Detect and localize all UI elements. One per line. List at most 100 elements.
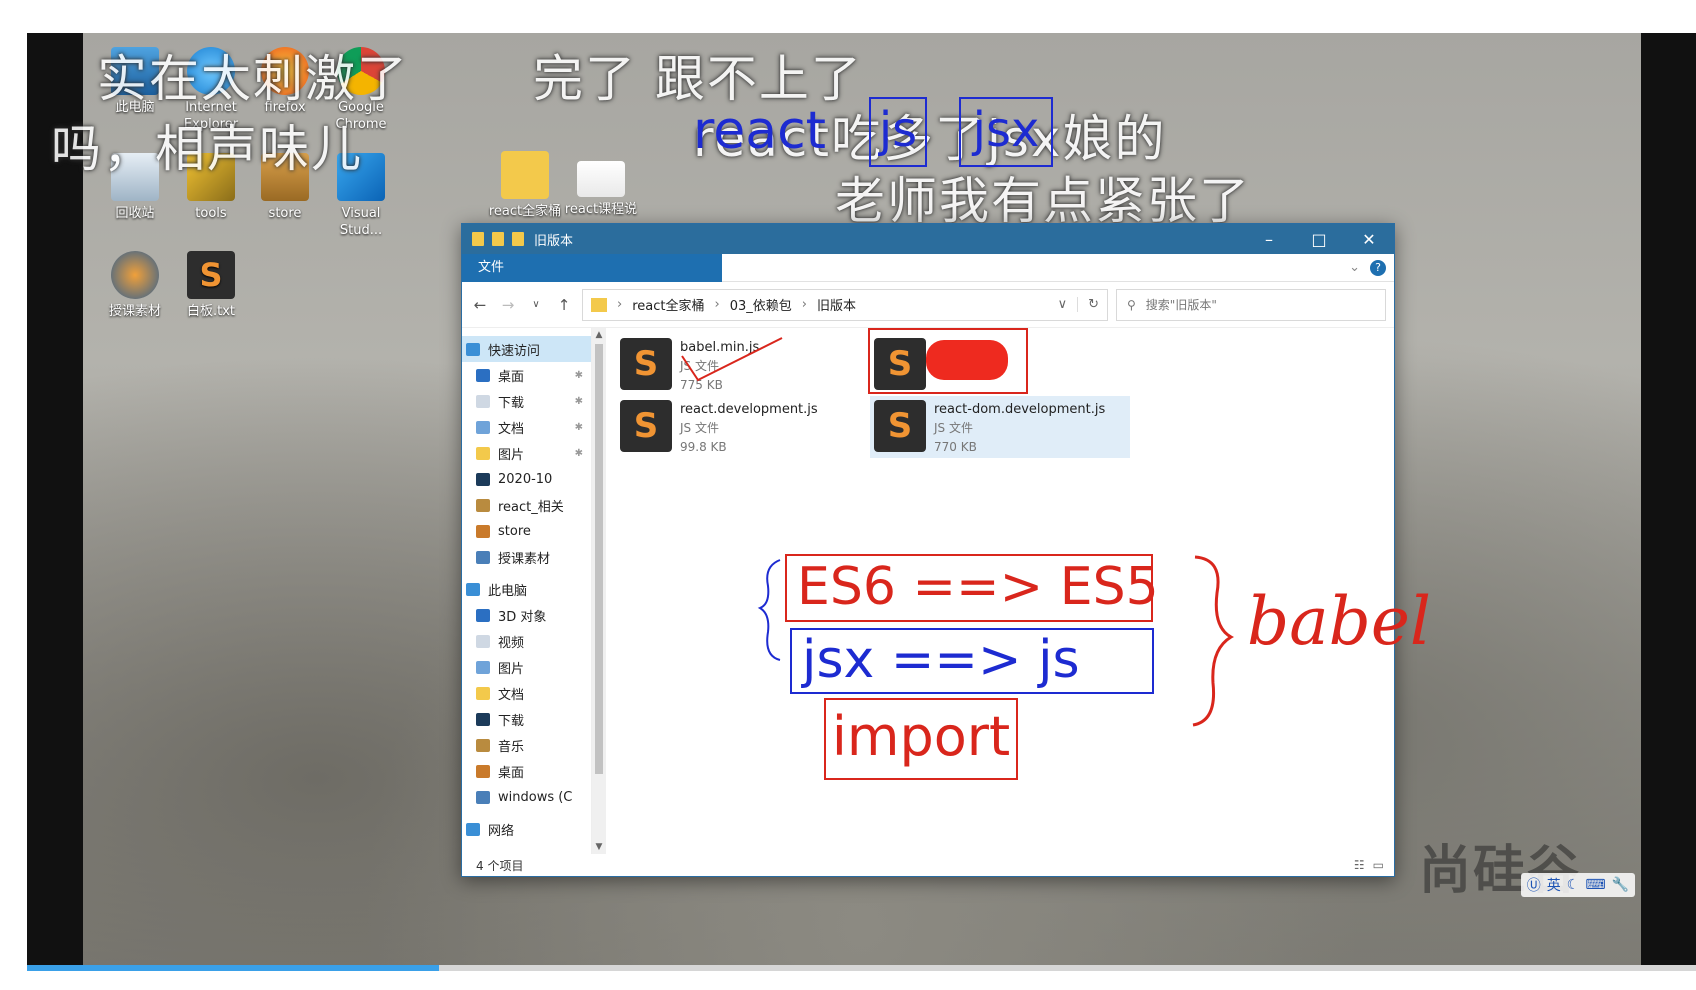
nav-item[interactable]: 音乐 [462, 732, 591, 758]
icon-label: tools [195, 206, 227, 221]
nav-item[interactable]: windows (C [462, 784, 591, 810]
pin-icon: ✱ [574, 369, 583, 381]
moon-icon: ☾ [1566, 877, 1580, 893]
minimize-button[interactable]: – [1244, 224, 1294, 254]
chevron-down-icon[interactable]: ⌄ [1349, 260, 1360, 275]
sublime-file-icon: S [620, 400, 672, 452]
folder-icon [591, 297, 607, 312]
nav-item-icon [476, 472, 490, 486]
nav-item[interactable]: 授课素材 [462, 544, 591, 570]
nav-item[interactable]: 文档 [462, 680, 591, 706]
forward-arrow-icon[interactable]: → [498, 296, 518, 314]
materials-desktop-icon[interactable]: 授课素材 [93, 251, 177, 320]
nav-item-icon [476, 660, 490, 674]
react-ppt-desktop-icon[interactable]: react课程说 [559, 161, 643, 218]
icon-label: react全家桶 [488, 204, 562, 219]
nav-item-label: store [498, 523, 531, 539]
recent-chevron-icon[interactable]: ∨ [526, 299, 546, 310]
close-button[interactable]: ✕ [1344, 224, 1394, 254]
react-highlight: react [693, 101, 827, 161]
keyboard-icon: ⌨ [1585, 877, 1606, 893]
file-item[interactable]: S react-dom.development.js JS 文件 770 KB [870, 396, 1130, 458]
wrench-icon: 🔧 [1611, 877, 1629, 893]
nav-item-label: 授课素材 [498, 551, 551, 567]
quick-access-toolbar[interactable] [472, 232, 524, 246]
nav-item-icon [476, 446, 490, 460]
babel-handwriting: babel [1247, 583, 1432, 660]
sublime-icon: S [187, 251, 235, 299]
icon-label: Visual Stud... [339, 206, 383, 238]
nav-item-label: 桌面 [498, 765, 525, 781]
maximize-button[interactable]: □ [1294, 224, 1344, 254]
breadcrumb-item[interactable]: 旧版本 [817, 295, 856, 314]
nav-item-icon [476, 550, 490, 564]
nav-item-label: windows (C [498, 789, 573, 805]
sublime-file-icon: S [874, 400, 926, 452]
status-bar: 4 个项目 ☷ ▭ [462, 854, 1394, 876]
video-progress-bar[interactable] [27, 965, 1696, 971]
nav-item-label: 音乐 [498, 739, 525, 755]
nav-item-label: 2020-10 [498, 471, 553, 487]
nav-item-label: 3D 对象 [498, 609, 547, 625]
file-type: JS 文件 [934, 421, 973, 435]
nav-item-icon [476, 764, 490, 778]
nav-item[interactable]: 桌面 ✱ [462, 362, 591, 388]
nav-item-label: react_相关 [498, 499, 564, 515]
tab-file[interactable]: 文件 [462, 253, 722, 282]
nav-item[interactable]: 图片 ✱ [462, 440, 591, 466]
nav-scrollbar[interactable]: ▲ ▼ [592, 328, 606, 854]
pin-icon: ✱ [574, 421, 583, 433]
item-count: 4 个项目 [476, 858, 524, 873]
react-folder-desktop-icon[interactable]: react全家桶 [483, 151, 567, 220]
whiteboard-desktop-icon[interactable]: S 白板.txt [169, 251, 253, 320]
help-icon[interactable]: ? [1370, 259, 1386, 276]
nav-item[interactable]: 文档 ✱ [462, 414, 591, 440]
icon-label: 白板.txt [186, 304, 236, 319]
nav-item-label: 此电脑 [488, 583, 528, 599]
nav-item[interactable]: 网络 [462, 816, 591, 842]
right-brace-annotation [1192, 555, 1234, 727]
pin-icon: ✱ [574, 447, 583, 459]
nav-item-label: 快速访问 [488, 343, 541, 359]
import-box: import [824, 698, 1018, 780]
nav-item[interactable]: store [462, 518, 591, 544]
nav-item-icon [466, 582, 480, 596]
ime-tray[interactable]: Ⓤ 英 ☾ ⌨ 🔧 [1520, 873, 1635, 897]
jsx-js-box: jsx ==> js [790, 628, 1154, 694]
refresh-icon[interactable]: ↻ [1077, 297, 1099, 312]
nav-item-icon [476, 608, 490, 622]
nav-item[interactable]: react_相关 [462, 492, 591, 518]
address-row: ← → ∨ ↑ › react全家桶 › 03_依赖包 › 旧版本 ∨ ↻ ⚲ … [462, 282, 1394, 328]
breadcrumb-item[interactable]: react全家桶 [632, 295, 704, 314]
nav-item[interactable]: 桌面 [462, 758, 591, 784]
nav-item[interactable]: 图片 [462, 654, 591, 680]
address-bar[interactable]: › react全家桶 › 03_依赖包 › 旧版本 ∨ ↻ [582, 288, 1108, 321]
nav-item[interactable]: 下载 [462, 706, 591, 732]
nav-item-icon [476, 712, 490, 726]
nav-item[interactable]: 3D 对象 [462, 602, 591, 628]
nav-item[interactable]: 此电脑 [462, 576, 591, 602]
tiles-view-icon[interactable]: ▭ [1373, 858, 1384, 872]
nav-item-icon [476, 790, 490, 804]
icon-label: 回收站 [115, 206, 155, 221]
video-frame: 此电脑 Internet Explorer firefox Google Chr… [27, 33, 1696, 965]
details-view-icon[interactable]: ☷ [1354, 858, 1365, 872]
title-bar: 旧版本 – □ ✕ [462, 224, 1394, 254]
search-placeholder: 搜索"旧版本" [1145, 298, 1217, 312]
search-input[interactable]: ⚲ 搜索"旧版本" [1116, 288, 1386, 321]
nav-item-label: 图片 [498, 661, 525, 677]
up-arrow-icon[interactable]: ↑ [554, 296, 574, 314]
back-arrow-icon[interactable]: ← [470, 296, 490, 314]
breadcrumb-item[interactable]: 03_依赖包 [730, 295, 792, 314]
file-item[interactable]: S react.development.js JS 文件 99.8 KB [616, 396, 876, 458]
nav-item[interactable]: 2020-10 [462, 466, 591, 492]
ppt-icon [577, 161, 625, 197]
nav-item[interactable]: 下载 ✱ [462, 388, 591, 414]
folder-icon [501, 151, 549, 199]
nav-item[interactable]: 快速访问 [462, 336, 591, 362]
chevron-down-icon[interactable]: ∨ [1058, 297, 1068, 312]
nav-item-icon [476, 634, 490, 648]
desktop: 此电脑 Internet Explorer firefox Google Chr… [51, 33, 1641, 965]
icon-label: 授课素材 [108, 304, 161, 319]
nav-item[interactable]: 视频 [462, 628, 591, 654]
